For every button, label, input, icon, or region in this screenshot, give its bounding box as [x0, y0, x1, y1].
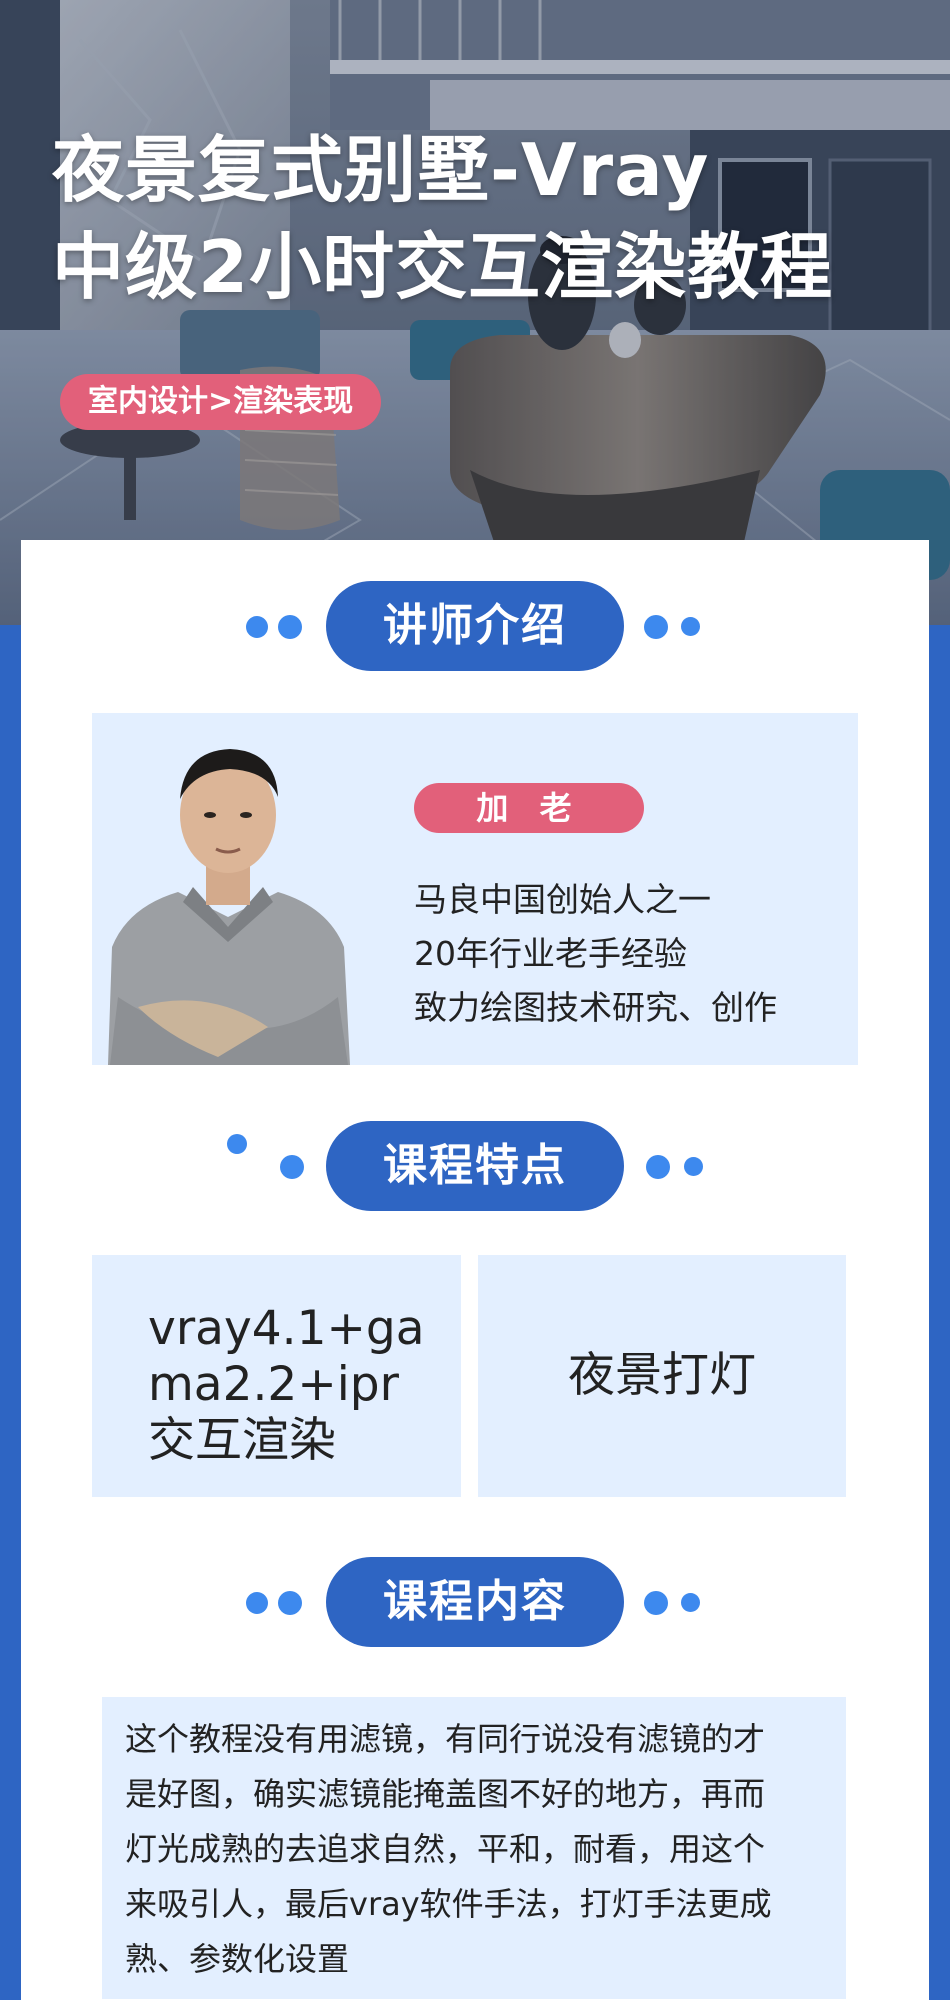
decor-dot	[278, 1591, 302, 1615]
feature-line: 交互渲染	[148, 1413, 336, 1468]
section-header-content: 课程内容	[0, 1557, 950, 1647]
feature-box-2: 夜景打灯	[478, 1255, 846, 1497]
bio-line: 致力绘图技术研究、创作	[414, 988, 777, 1027]
section-title: 讲师介绍	[326, 581, 624, 671]
decor-dot	[681, 1593, 700, 1612]
content-line: 是好图，确实滤镜能掩盖图不好的地方，再而	[125, 1775, 766, 1813]
feature-text-2: 夜景打灯	[568, 1348, 756, 1403]
feature-line: ma2.2+ipr	[148, 1357, 399, 1412]
decor-dot	[227, 1134, 247, 1154]
title-line-2: 中级2小时交互渲染教程	[52, 225, 834, 309]
course-content-panel: 这个教程没有用滤镜，有同行说没有滤镜的才 是好图，确实滤镜能掩盖图不好的地方，再…	[102, 1697, 846, 1999]
decor-dot	[278, 615, 302, 639]
decor-dot	[280, 1155, 304, 1179]
feature-line: vray4.1+ga	[148, 1301, 425, 1356]
decor-dot	[246, 616, 268, 638]
instructor-photo	[108, 749, 350, 1065]
bio-line: 马良中国创始人之一	[414, 880, 711, 919]
decor-dot	[684, 1157, 703, 1176]
decor-dot	[646, 1155, 670, 1179]
instructor-panel: 加 老 马良中国创始人之一 20年行业老手经验 致力绘图技术研究、创作	[92, 713, 858, 1065]
feature-box-1: vray4.1+ga ma2.2+ipr 交互渲染	[92, 1255, 461, 1497]
section-header-features: 课程特点	[0, 1121, 950, 1211]
category-tag: 室内设计>渲染表现	[60, 374, 382, 430]
instructor-bio: 马良中国创始人之一 20年行业老手经验 致力绘图技术研究、创作	[414, 873, 844, 1035]
page-title: 夜景复式别墅-Vray 中级2小时交互渲染教程	[52, 122, 932, 316]
decor-dot	[644, 615, 668, 639]
title-line-1: 夜景复式别墅-Vray	[52, 128, 710, 212]
content-line: 熟、参数化设置	[125, 1940, 350, 1978]
content-line: 来吸引人，最后vray软件手法，打灯手法更成	[125, 1885, 772, 1923]
content-line: 这个教程没有用滤镜，有同行说没有滤镜的才	[125, 1720, 766, 1758]
section-title: 课程内容	[326, 1557, 624, 1647]
feature-text-1: vray4.1+ga ma2.2+ipr 交互渲染	[148, 1301, 448, 1469]
instructor-name: 加 老	[414, 783, 644, 833]
section-title: 课程特点	[326, 1121, 624, 1211]
decor-dot	[246, 1592, 268, 1614]
section-header-teacher: 讲师介绍	[0, 581, 950, 671]
hero-banner: 夜景复式别墅-Vray 中级2小时交互渲染教程 室内设计>渲染表现	[0, 0, 950, 625]
content-line: 灯光成熟的去追求自然，平和，耐看，用这个	[125, 1830, 766, 1868]
bio-line: 20年行业老手经验	[414, 934, 687, 973]
decor-dot	[681, 617, 700, 636]
decor-dot	[644, 1591, 668, 1615]
